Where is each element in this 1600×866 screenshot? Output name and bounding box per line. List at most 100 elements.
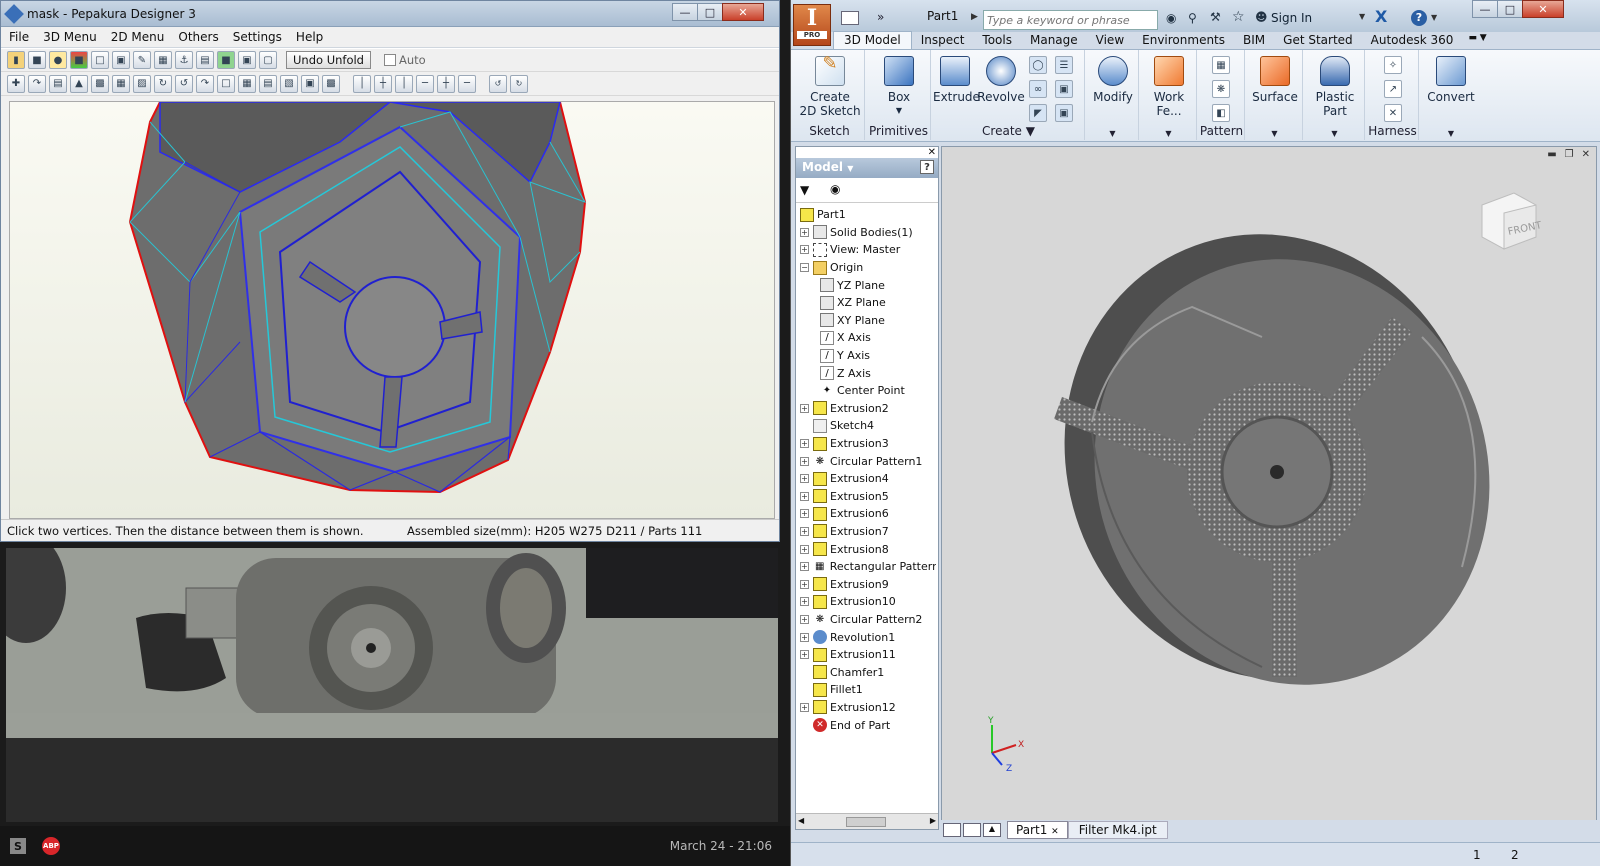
tree-item-view-master[interactable]: + View: Master	[800, 241, 936, 259]
expand-icon[interactable]: +	[800, 491, 809, 501]
expand-icon[interactable]: +	[800, 526, 809, 536]
search-expand-icon[interactable]: ▶	[971, 12, 978, 22]
tree-item-xz-plane[interactable]: XZ Plane	[800, 294, 936, 312]
model-browser-header[interactable]: Model ▼ ?	[796, 158, 938, 178]
minimize-button[interactable]: —	[672, 3, 698, 21]
convert-dropdown-icon[interactable]: ▼	[1421, 129, 1481, 138]
tree-item-rectangular-pattern[interactable]: + ▦ Rectangular Pattern	[800, 558, 936, 576]
box-icon[interactable]: ▣	[112, 51, 130, 69]
key-icon[interactable]: ⚲	[1188, 11, 1197, 25]
expand-icon[interactable]: +	[800, 509, 809, 519]
user-icon[interactable]: ☻	[1255, 10, 1268, 24]
flap-icon[interactable]: ▩	[91, 74, 109, 93]
work-features-dropdown-icon[interactable]: ▼	[1141, 129, 1196, 138]
tree-item-circular-pattern2[interactable]: + ❋ Circular Pattern2	[800, 611, 936, 629]
frame-icon[interactable]: □	[217, 74, 235, 93]
expand-icon[interactable]: +	[800, 245, 809, 255]
rotate-90-icon[interactable]: ↺	[489, 74, 507, 93]
derive-icon[interactable]: ▣	[1055, 104, 1073, 122]
menu-3d[interactable]: 3D Menu	[43, 30, 97, 44]
tab-3d-model[interactable]: 3D Model	[833, 31, 912, 50]
expand-icon[interactable]: +	[800, 439, 809, 449]
mirror-icon[interactable]: ◧	[1212, 104, 1230, 122]
menu-others[interactable]: Others	[178, 30, 218, 44]
adblock-icon[interactable]: ABP	[42, 837, 60, 855]
tree-item-extrusion6[interactable]: + Extrusion6	[800, 505, 936, 523]
maximize-button[interactable]: □	[697, 3, 723, 21]
rotate-icon[interactable]: ↺	[175, 74, 193, 93]
inventor-app-button[interactable]: I PRO	[793, 4, 831, 46]
green-cube-icon[interactable]: ■	[217, 51, 235, 69]
find-binoculars-icon[interactable]: ◉	[830, 182, 840, 196]
color-cube-icon[interactable]: ■	[70, 51, 88, 69]
convert-button[interactable]: Convert	[1421, 56, 1481, 104]
tree-item-sketch4[interactable]: Sketch4	[800, 417, 936, 435]
join-icon[interactable]: ↻	[154, 74, 172, 93]
expand-icon[interactable]: +	[800, 227, 809, 237]
expand-icon[interactable]: +	[800, 456, 809, 466]
select-icon[interactable]: ✚	[7, 74, 25, 93]
tree-item-extrusion7[interactable]: + Extrusion7	[800, 523, 936, 541]
quick-new-icon[interactable]	[841, 11, 859, 25]
tab-autodesk-360[interactable]: Autodesk 360	[1362, 31, 1463, 50]
menu-settings[interactable]: Settings	[233, 30, 282, 44]
pepakura-3d-viewport[interactable]	[9, 101, 775, 519]
tree-item-extrusion9[interactable]: + Extrusion9	[800, 575, 936, 593]
align-bottom-icon[interactable]: ─	[458, 74, 476, 93]
print-preview-icon[interactable]: ▣	[301, 74, 319, 93]
revolve-button[interactable]: Revolve	[977, 56, 1025, 104]
align-top-icon[interactable]: ─	[416, 74, 434, 93]
tree-item-extrusion4[interactable]: + Extrusion4	[800, 470, 936, 488]
tree-item-part1[interactable]: Part1	[800, 206, 936, 224]
emboss-icon[interactable]: ◤	[1029, 104, 1047, 122]
coil-icon[interactable]: ∞	[1029, 80, 1047, 98]
menu-2d[interactable]: 2D Menu	[111, 30, 165, 44]
page-icon[interactable]: ▤	[196, 51, 214, 69]
tree-item-z-axis[interactable]: / Z Axis	[800, 364, 936, 382]
circular-pattern-icon[interactable]: ❋	[1212, 80, 1230, 98]
expand-icon[interactable]: +	[800, 632, 809, 642]
tree-item-extrusion2[interactable]: + Extrusion2	[800, 400, 936, 418]
close-button[interactable]: ✕	[722, 3, 764, 21]
help-dropdown-icon[interactable]: ▼	[1431, 13, 1437, 22]
tree-item-extrusion11[interactable]: + Extrusion11	[800, 646, 936, 664]
harness-cable-icon[interactable]: ✕	[1384, 104, 1402, 122]
expand-icon[interactable]: +	[800, 650, 809, 660]
plastic-part-dropdown-icon[interactable]: ▼	[1305, 129, 1364, 138]
tree-item-yz-plane[interactable]: YZ Plane	[800, 276, 936, 294]
tree-item-xy-plane[interactable]: XY Plane	[800, 312, 936, 330]
tree-item-extrusion10[interactable]: + Extrusion10	[800, 593, 936, 611]
open-icon[interactable]: ▮	[7, 51, 25, 69]
expand-icon[interactable]: +	[800, 702, 809, 712]
menu-file[interactable]: File	[9, 30, 29, 44]
tab-environments[interactable]: Environments	[1133, 31, 1234, 50]
align-center-icon[interactable]: ┼	[374, 74, 392, 93]
page1-icon[interactable]: ▤	[259, 74, 277, 93]
tab-get-started[interactable]: Get Started	[1274, 31, 1362, 50]
align-middle-icon[interactable]: ┼	[437, 74, 455, 93]
tree-item-x-axis[interactable]: / X Axis	[800, 329, 936, 347]
box-button[interactable]: Box ▼	[867, 56, 931, 118]
create-2d-sketch-button[interactable]: ✎ Create 2D Sketch	[795, 55, 865, 119]
help-search-input[interactable]	[983, 10, 1158, 30]
tile-grid-icon[interactable]	[963, 823, 981, 837]
inventor-minimize-button[interactable]: —	[1472, 0, 1498, 18]
panel2-icon[interactable]: ▢	[259, 51, 277, 69]
tab-bim[interactable]: BIM	[1234, 31, 1274, 50]
rib-icon[interactable]: ▣	[1055, 80, 1073, 98]
tree-item-extrusion3[interactable]: + Extrusion3	[800, 435, 936, 453]
auto-checkbox[interactable]	[383, 54, 396, 66]
browser-hscrollbar[interactable]: ◀ ▶	[796, 813, 938, 829]
filter-icon[interactable]: ▼	[800, 183, 809, 197]
redo-icon[interactable]: ↷	[196, 74, 214, 93]
surface-dropdown-icon[interactable]: ▼	[1247, 129, 1302, 138]
inventor-maximize-button[interactable]: □	[1497, 0, 1523, 18]
sweep-icon[interactable]: ◯	[1029, 56, 1047, 74]
edit-icon[interactable]: ✎	[133, 51, 151, 69]
tab-view[interactable]: View	[1087, 31, 1133, 50]
tree-item-circular-pattern1[interactable]: + ❋ Circular Pattern1	[800, 452, 936, 470]
binoculars-icon[interactable]: ◉	[1166, 11, 1176, 25]
modify-button[interactable]: Modify	[1087, 56, 1139, 104]
grid-icon[interactable]: ▦	[238, 74, 256, 93]
tree-item-revolution1[interactable]: + Revolution1	[800, 628, 936, 646]
